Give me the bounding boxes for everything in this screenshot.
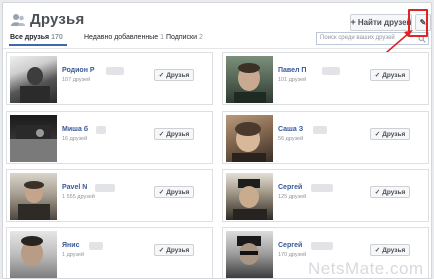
friend-count[interactable]: 170 друзей: [278, 252, 306, 258]
friend-card: Павел П 101 друзей ✓ Друзья: [222, 52, 429, 105]
friend-card: Родион Р 107 друзей ✓ Друзья: [6, 52, 213, 105]
blurred-name: [96, 126, 106, 134]
friend-name[interactable]: Сергей: [278, 242, 302, 249]
tab-count: 1: [160, 34, 165, 41]
check-icon: ✓: [374, 131, 381, 138]
avatar[interactable]: [10, 231, 57, 278]
friend-name[interactable]: Янис: [62, 242, 79, 249]
friend-card: Миша б 16 друзей ✓ Друзья: [6, 111, 213, 164]
tab-label: Все друзья: [10, 34, 50, 41]
tab-count: 170: [51, 34, 63, 41]
friend-status-button[interactable]: ✓ Друзья: [370, 128, 410, 140]
check-icon: ✓: [158, 72, 165, 79]
friend-name[interactable]: Родион Р: [62, 67, 95, 74]
friend-status-button[interactable]: ✓ Друзья: [154, 186, 194, 198]
friend-status-button[interactable]: ✓ Друзья: [370, 186, 410, 198]
friend-name[interactable]: Саша З: [278, 126, 303, 133]
friend-status-button[interactable]: ✓ Друзья: [154, 69, 194, 81]
friend-card: Сергей 125 друзей ✓ Друзья: [222, 169, 429, 222]
friend-count[interactable]: 1 555 друзей: [62, 194, 95, 200]
avatar[interactable]: [10, 56, 57, 103]
check-icon: ✓: [374, 72, 381, 79]
blurred-name: [311, 184, 333, 192]
friend-card: Янис 1 друзей ✓ Друзья: [6, 227, 213, 278]
friend-name[interactable]: Миша б: [62, 126, 88, 133]
blurred-name: [89, 242, 103, 250]
watermark: NetsMate.com: [308, 259, 424, 278]
friend-count[interactable]: 125 друзей: [278, 194, 306, 200]
tab-following[interactable]: Подписки 2: [166, 34, 203, 41]
check-icon: ✓: [158, 131, 165, 138]
avatar[interactable]: [226, 56, 273, 103]
tab-all-friends[interactable]: Все друзья 170: [9, 34, 67, 46]
friend-count[interactable]: 1 друзей: [62, 252, 84, 258]
friend-status-label: Друзья: [382, 188, 406, 196]
page-title: Друзья: [30, 11, 85, 28]
avatar[interactable]: [226, 173, 273, 220]
friend-count[interactable]: 107 друзей: [62, 77, 90, 83]
active-tab-underline: [9, 44, 67, 46]
friend-card: Pavel N 1 555 друзей ✓ Друзья: [6, 169, 213, 222]
friend-card: Саша З 56 друзей ✓ Друзья: [222, 111, 429, 164]
tab-label: Подписки: [166, 34, 198, 41]
friend-count[interactable]: 101 друзей: [278, 77, 306, 83]
friend-count[interactable]: 56 друзей: [278, 136, 303, 142]
friend-status-label: Друзья: [382, 246, 406, 254]
avatar[interactable]: [10, 173, 57, 220]
friend-status-label: Друзья: [382, 130, 406, 138]
check-icon: ✓: [374, 189, 381, 196]
friend-name[interactable]: Павел П: [278, 67, 306, 74]
check-icon: ✓: [158, 247, 165, 254]
friend-status-button[interactable]: ✓ Друзья: [154, 128, 194, 140]
check-icon: ✓: [158, 189, 165, 196]
friends-panel: Друзья + Найти друзей ✎ Все друзья 170 Не…: [2, 2, 432, 279]
friend-status-label: Друзья: [166, 246, 190, 254]
avatar[interactable]: [226, 231, 273, 278]
blurred-name: [313, 126, 327, 134]
friend-status-button[interactable]: ✓ Друзья: [370, 69, 410, 81]
blurred-name: [106, 67, 124, 75]
check-icon: ✓: [374, 247, 381, 254]
friend-status-label: Друзья: [166, 188, 190, 196]
tab-label: Недавно добавленные: [84, 34, 159, 41]
blurred-name: [322, 67, 340, 75]
friend-status-label: Друзья: [382, 71, 406, 79]
avatar[interactable]: [226, 115, 273, 162]
friend-status-label: Друзья: [166, 130, 190, 138]
tab-count: 2: [199, 34, 203, 41]
friend-status-label: Друзья: [166, 71, 190, 79]
friend-count[interactable]: 16 друзей: [62, 136, 87, 142]
friends-icon: [11, 14, 25, 26]
blurred-name: [311, 242, 333, 250]
friend-name[interactable]: Сергей: [278, 184, 302, 191]
friend-status-button[interactable]: ✓ Друзья: [370, 244, 410, 256]
friend-name[interactable]: Pavel N: [62, 184, 87, 191]
tab-recently-added[interactable]: Недавно добавленные 1: [84, 34, 164, 41]
avatar[interactable]: [10, 115, 57, 162]
friend-status-button[interactable]: ✓ Друзья: [154, 244, 194, 256]
blurred-name: [95, 184, 115, 192]
